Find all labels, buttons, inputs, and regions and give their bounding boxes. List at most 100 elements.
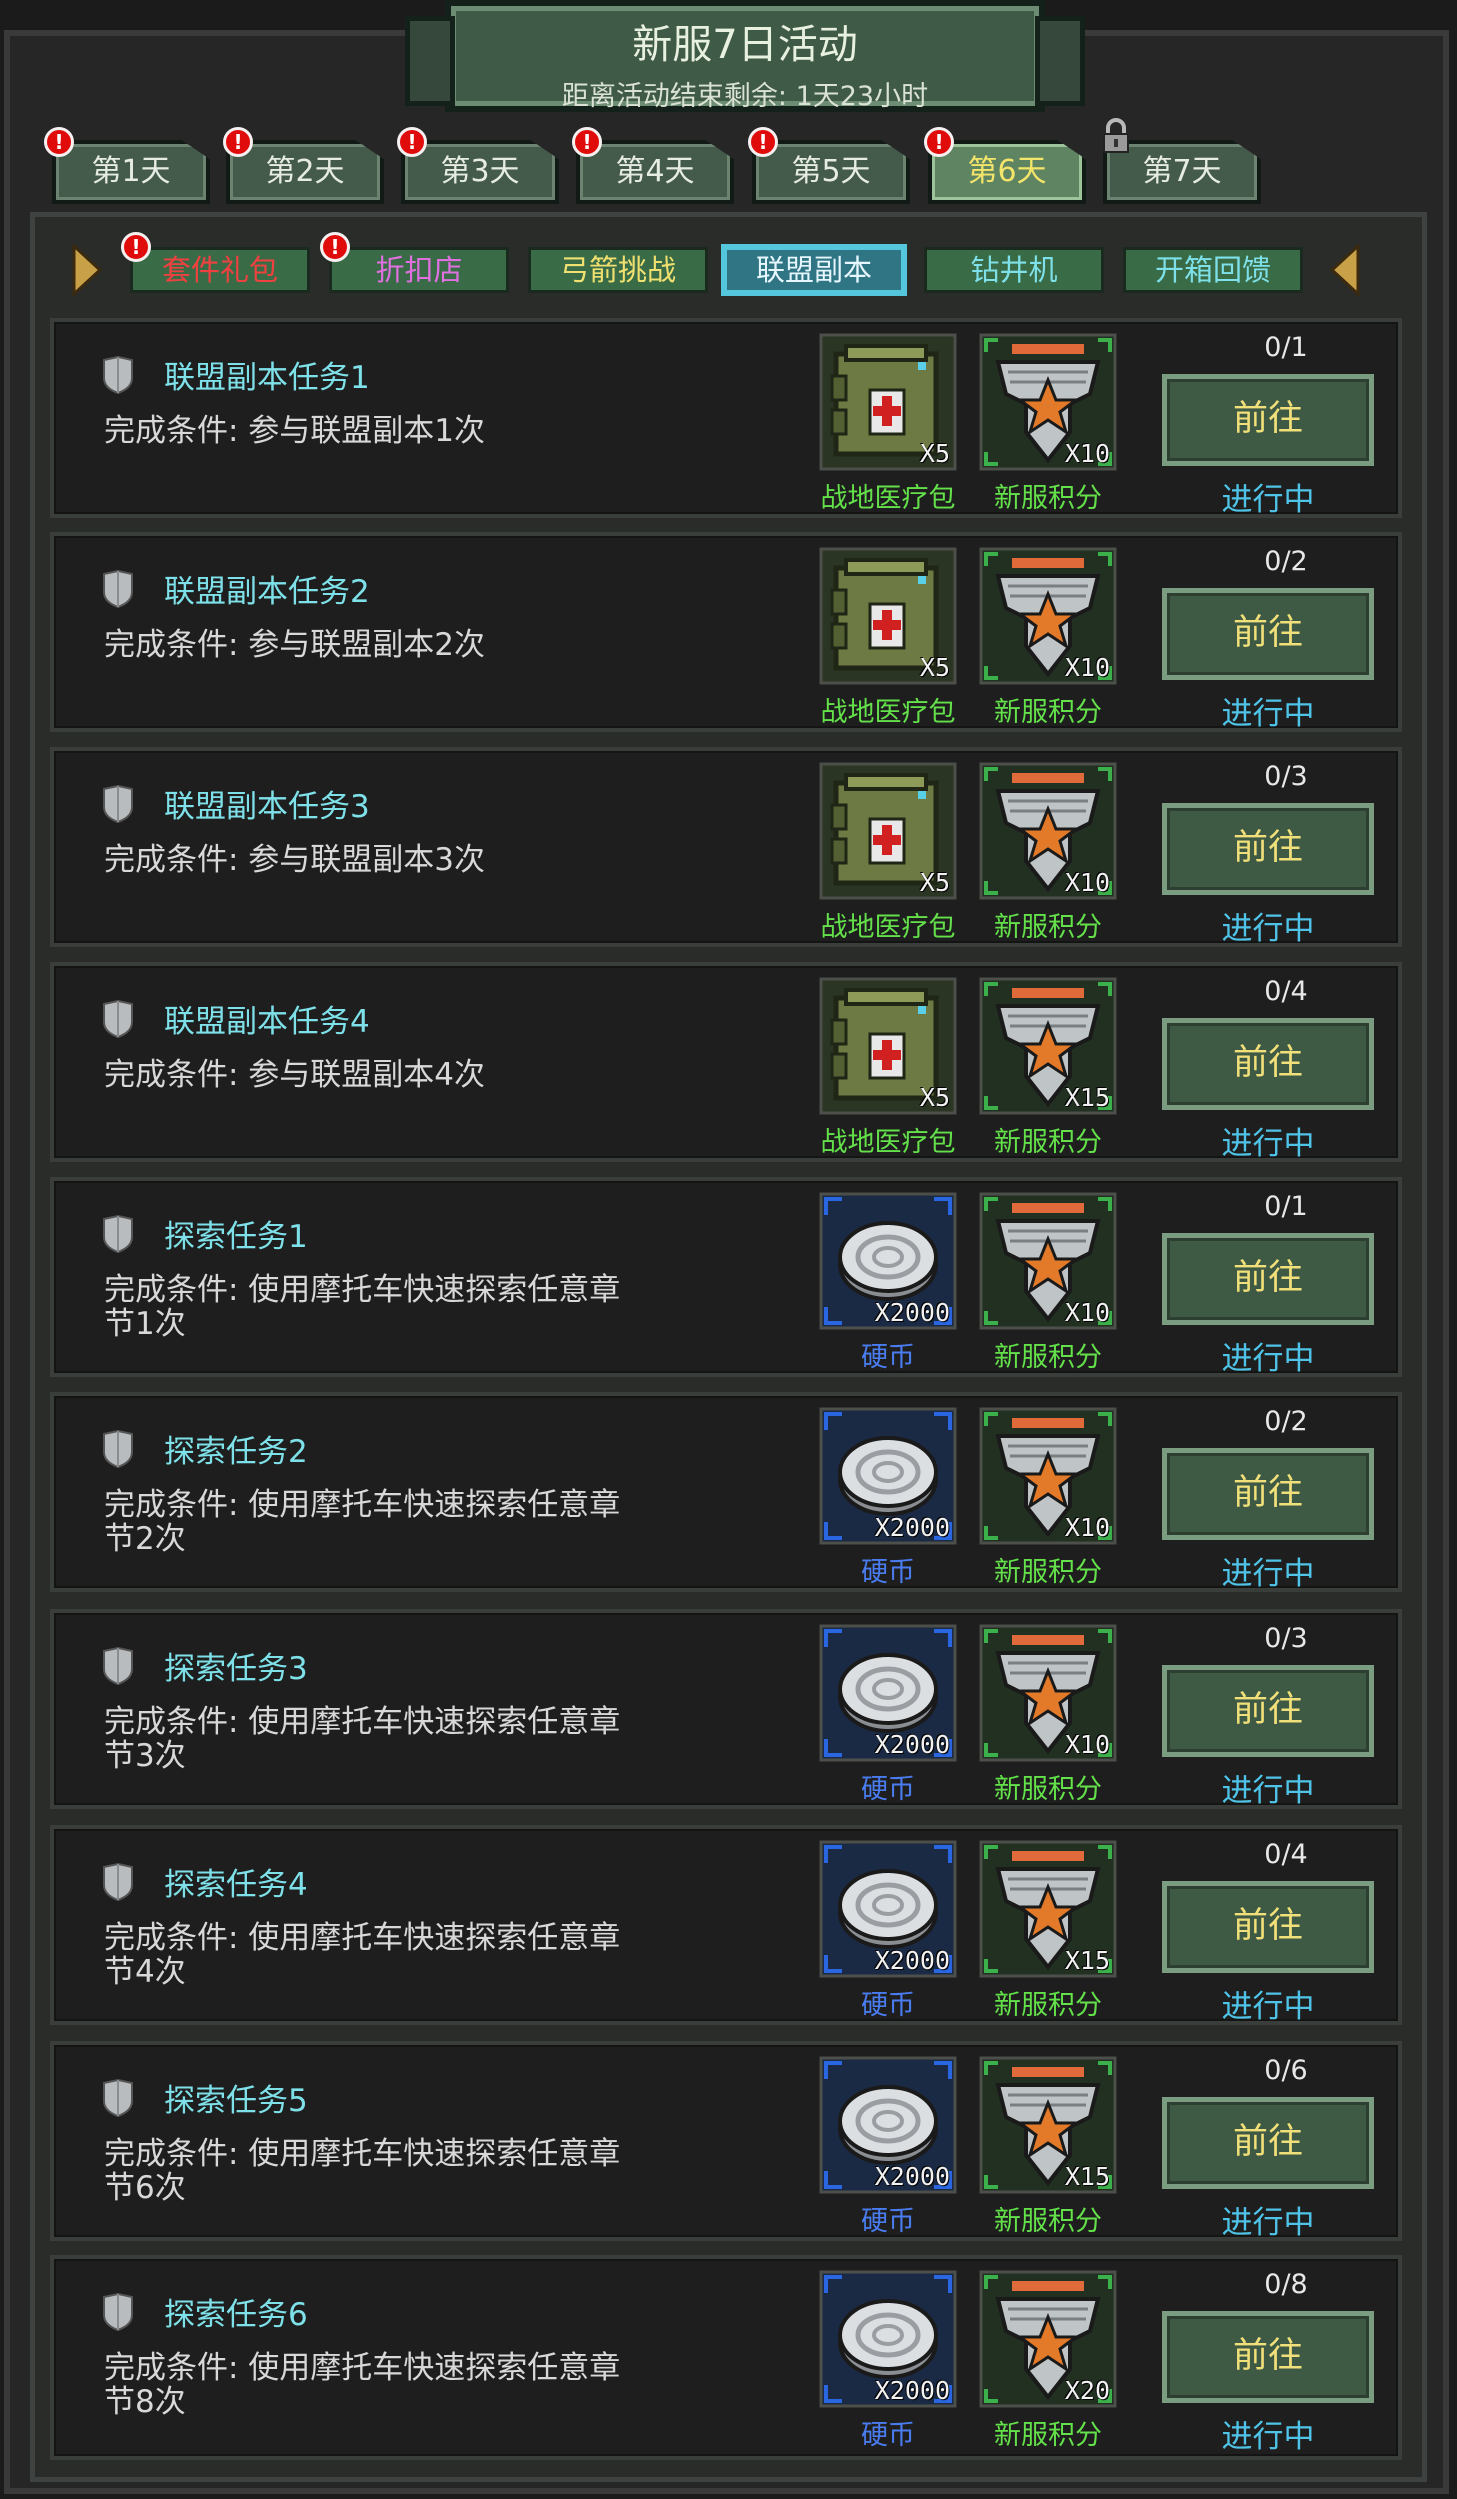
task-row: 探索任务3 完成条件: 使用摩托车快速探索任意章节3次 X2000 硬币 X10… <box>50 1609 1402 1809</box>
reward-quantity: X15 <box>1064 2162 1110 2191</box>
tab-day-1[interactable]: 第1天 <box>52 140 210 204</box>
reward-quantity: X5 <box>919 868 950 897</box>
subtab-drill[interactable]: 钻井机 <box>924 247 1104 293</box>
go-button[interactable]: 前往 <box>1162 1018 1374 1110</box>
reward-quantity: X2000 <box>874 1298 950 1327</box>
task-name: 联盟副本任务1 <box>164 360 370 396</box>
go-button[interactable]: 前往 <box>1162 588 1374 680</box>
reward-slot-2[interactable]: X15 新服积分 <box>978 2055 1118 2237</box>
task-condition: 完成条件: 使用摩托车快速探索任意章节8次 <box>104 2350 621 2420</box>
reward-name: 硬币 <box>861 2420 915 2451</box>
tab-day-3-label: 第3天 <box>440 154 520 189</box>
reward-slot-2[interactable]: X10 新服积分 <box>978 1191 1118 1373</box>
subtab-archery[interactable]: 弓箭挑战 <box>528 247 708 293</box>
reward-name: 硬币 <box>861 1774 915 1805</box>
reward-slot-1[interactable]: X2000 硬币 <box>818 1623 958 1805</box>
reward-slot-1[interactable]: X2000 硬币 <box>818 1191 958 1373</box>
task-row: 联盟副本任务3 完成条件: 参与联盟副本3次 X5 战地医疗包 X10 新服积分… <box>50 747 1402 947</box>
shield-icon <box>103 1647 133 1685</box>
reward-name: 硬币 <box>861 1557 915 1588</box>
go-button[interactable]: 前往 <box>1162 2097 1374 2189</box>
shield-icon <box>103 356 133 394</box>
reward-name: 新服积分 <box>994 2206 1102 2237</box>
task-condition: 完成条件: 参与联盟副本3次 <box>104 842 486 878</box>
reward-slot-2[interactable]: X15 新服积分 <box>978 1839 1118 2021</box>
reward-slot-1[interactable]: X2000 硬币 <box>818 2055 958 2237</box>
reward-slot-2[interactable]: X10 新服积分 <box>978 332 1118 514</box>
tab-day-7-label: 第7天 <box>1142 154 1222 189</box>
reward-slot-1[interactable]: X2000 硬币 <box>818 1406 958 1588</box>
reward-name: 新服积分 <box>994 2420 1102 2451</box>
reward-slot-2[interactable]: X15 新服积分 <box>978 976 1118 1158</box>
task-status: 进行中 <box>1221 1556 1315 1592</box>
reward-slot-2[interactable]: X20 新服积分 <box>978 2269 1118 2451</box>
reward-name: 战地医疗包 <box>820 697 956 728</box>
subtab-archery-label: 弓箭挑战 <box>559 253 676 287</box>
task-status: 进行中 <box>1221 1989 1315 2025</box>
title-plaque: 新服7日活动 距离活动结束剩余: 1天23小时 <box>405 0 1085 112</box>
alert-icon: ! <box>924 127 954 157</box>
task-name: 探索任务3 <box>164 1651 308 1687</box>
reward-quantity: X5 <box>919 439 950 468</box>
reward-slot-2[interactable]: X10 新服积分 <box>978 1406 1118 1588</box>
reward-quantity: X20 <box>1064 2376 1110 2405</box>
reward-slot-1[interactable]: X2000 硬币 <box>818 1839 958 2021</box>
reward-quantity: X15 <box>1064 1083 1110 1112</box>
go-button[interactable]: 前往 <box>1162 2311 1374 2403</box>
reward-name: 硬币 <box>861 1342 915 1373</box>
reward-slot-1[interactable]: X5 战地医疗包 <box>818 761 958 943</box>
alert-icon: ! <box>44 127 74 157</box>
shield-icon <box>103 1863 133 1901</box>
subtab-box-rewards-label: 开箱回馈 <box>1154 253 1271 287</box>
task-status: 进行中 <box>1221 482 1315 518</box>
shield-icon <box>103 1000 133 1038</box>
go-button[interactable]: 前往 <box>1162 1881 1374 1973</box>
reward-slot-1[interactable]: X5 战地医疗包 <box>818 332 958 514</box>
reward-slot-1[interactable]: X5 战地医疗包 <box>818 976 958 1158</box>
task-condition: 完成条件: 参与联盟副本4次 <box>104 1057 486 1093</box>
task-progress: 0/8 <box>1264 2269 1308 2300</box>
task-row: 探索任务4 完成条件: 使用摩托车快速探索任意章节4次 X2000 硬币 X15… <box>50 1825 1402 2025</box>
arrow-right-icon[interactable] <box>72 244 102 296</box>
reward-quantity: X2000 <box>874 1513 950 1542</box>
reward-slot-1[interactable]: X2000 硬币 <box>818 2269 958 2451</box>
reward-slot-2[interactable]: X10 新服积分 <box>978 546 1118 728</box>
reward-name: 战地医疗包 <box>820 912 956 943</box>
subtab-discount-shop-label: 折扣店 <box>375 253 463 287</box>
reward-name: 新服积分 <box>994 483 1102 514</box>
task-condition: 完成条件: 使用摩托车快速探索任意章节4次 <box>104 1920 621 1990</box>
subtab-box-rewards[interactable]: 开箱回馈 <box>1123 247 1303 293</box>
task-progress: 0/1 <box>1264 332 1308 363</box>
reward-slot-1[interactable]: X5 战地医疗包 <box>818 546 958 728</box>
arrow-left-icon[interactable] <box>1330 244 1360 296</box>
task-condition: 完成条件: 使用摩托车快速探索任意章节3次 <box>104 1704 621 1774</box>
task-condition: 完成条件: 参与联盟副本2次 <box>104 627 486 663</box>
reward-name: 新服积分 <box>994 1774 1102 1805</box>
subtab-alliance-dungeon[interactable]: 联盟副本 <box>724 247 904 293</box>
tab-day-4-label: 第4天 <box>615 154 695 189</box>
reward-slot-2[interactable]: X10 新服积分 <box>978 1623 1118 1805</box>
task-progress: 0/4 <box>1264 1839 1308 1870</box>
alert-icon: ! <box>572 127 602 157</box>
go-button[interactable]: 前往 <box>1162 1665 1374 1757</box>
reward-quantity: X10 <box>1064 1298 1110 1327</box>
reward-name: 战地医疗包 <box>820 483 956 514</box>
subtab-discount-shop[interactable]: 折扣店 <box>329 247 509 293</box>
reward-slot-2[interactable]: X10 新服积分 <box>978 761 1118 943</box>
reward-quantity: X10 <box>1064 1730 1110 1759</box>
task-row: 联盟副本任务1 完成条件: 参与联盟副本1次 X5 战地医疗包 X10 新服积分… <box>50 318 1402 518</box>
task-status: 进行中 <box>1221 1341 1315 1377</box>
subtab-bundle[interactable]: 套件礼包 <box>130 247 310 293</box>
task-progress: 0/2 <box>1264 1406 1308 1437</box>
go-button[interactable]: 前往 <box>1162 1448 1374 1540</box>
reward-quantity: X10 <box>1064 868 1110 897</box>
reward-name: 硬币 <box>861 2206 915 2237</box>
go-button[interactable]: 前往 <box>1162 1233 1374 1325</box>
reward-quantity: X2000 <box>874 2162 950 2191</box>
go-button[interactable]: 前往 <box>1162 803 1374 895</box>
task-status: 进行中 <box>1221 2419 1315 2455</box>
task-name: 探索任务5 <box>164 2083 308 2119</box>
alert-icon: ! <box>121 232 151 262</box>
go-button[interactable]: 前往 <box>1162 374 1374 466</box>
task-name: 探索任务4 <box>164 1867 308 1903</box>
